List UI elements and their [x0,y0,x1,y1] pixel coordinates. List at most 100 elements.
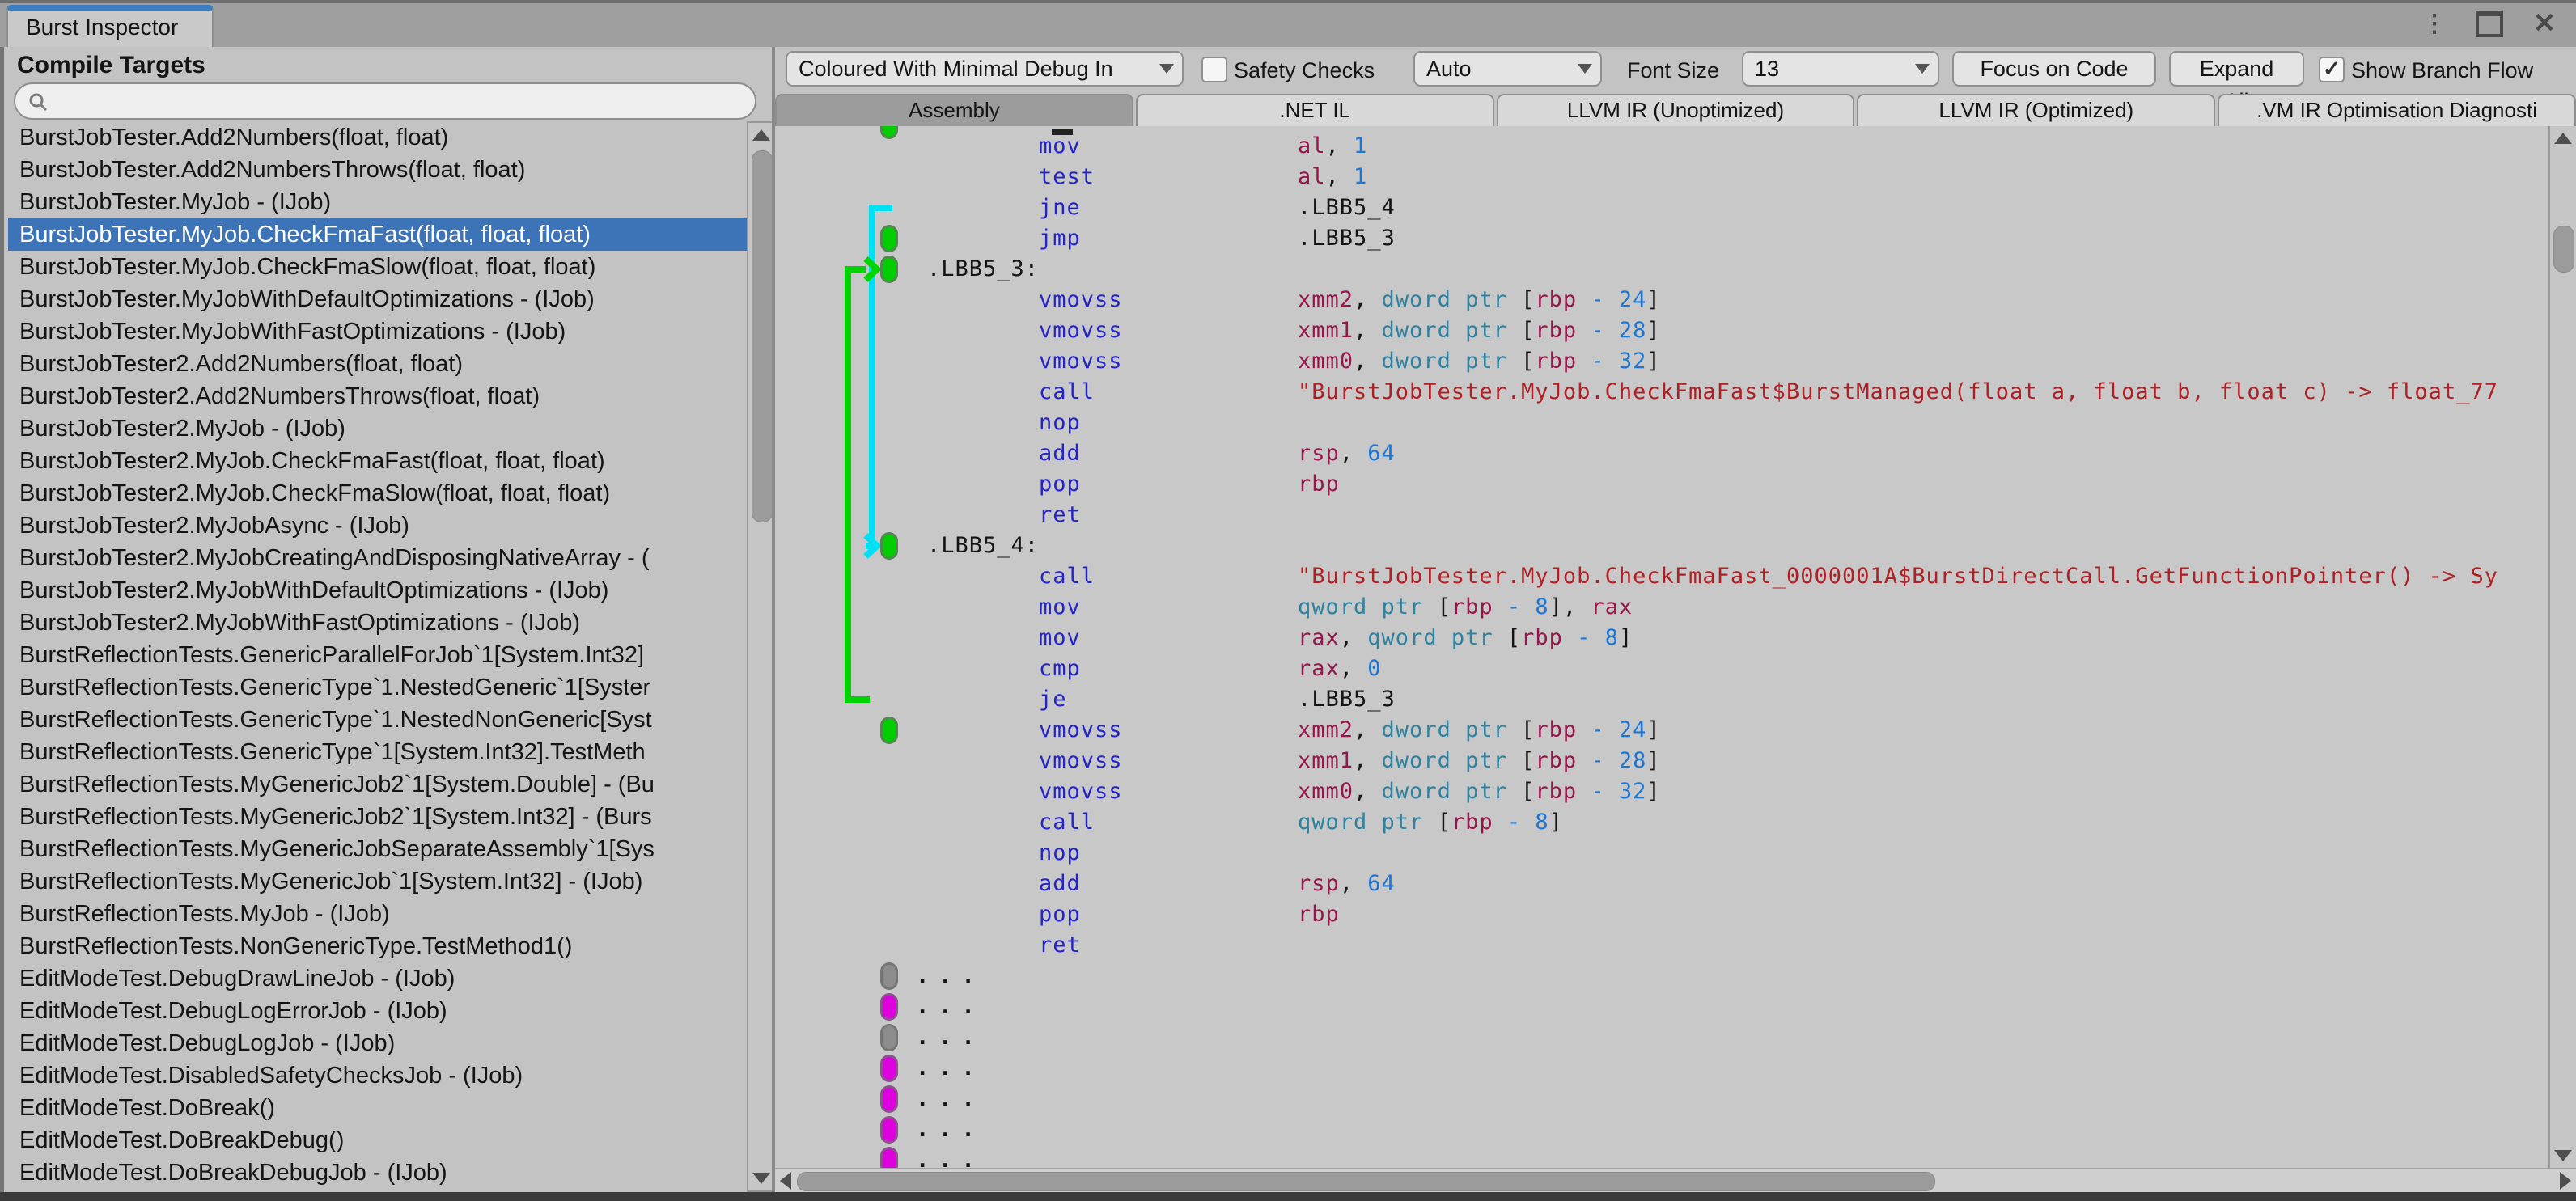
code-line: nop [775,838,2548,869]
window-controls: ⋮ ✕ [2421,8,2558,39]
expand-all-button[interactable]: Expand All [2169,51,2304,113]
compile-target-item[interactable]: BurstJobTester2.MyJob - (IJob) [8,412,747,445]
asm-operands: rbp [1298,902,1340,927]
safety-checks-checkbox[interactable] [1201,57,1227,82]
compile-target-item[interactable]: BurstJobTester.MyJobWithFastOptimization… [8,315,747,348]
compile-target-item[interactable]: BurstReflectionTests.MyGenericJob2`1[Sys… [8,801,747,833]
compile-target-item[interactable]: EditModeTest.DebugDrawLineJob - (IJob) [8,962,747,995]
tab-llvm-ir-unoptimized-[interactable]: LLVM IR (Unoptimized) [1496,94,1855,126]
compile-target-item[interactable]: BurstJobTester2.Add2NumbersThrows(float,… [8,380,747,412]
compile-target-item[interactable]: BurstJobTester2.MyJobWithFastOptimizatio… [8,607,747,639]
code-line: pop rbp [775,899,2548,930]
branch-marker-green [880,532,898,560]
code-line: jne .LBB5_4 [775,192,2548,223]
compile-targets-panel: Compile Targets BurstJobTester.Add2Numbe… [0,47,776,1192]
compile-target-item[interactable]: BurstJobTester.MyJob.CheckFmaFast(float,… [8,218,747,251]
search-input[interactable] [57,87,740,117]
compile-target-item[interactable]: BurstReflectionTests.NonGenericType.Test… [8,930,747,962]
scroll-up-arrow-icon[interactable] [752,129,770,141]
compile-target-item[interactable]: EditModeTest.DebugLogErrorJob - (IJob) [8,995,747,1027]
branch-marker-magenta [880,1147,898,1168]
compile-target-item[interactable]: BurstJobTester2.MyJobAsync - (IJob) [8,510,747,542]
scroll-left-arrow-icon[interactable] [780,1172,791,1190]
code-line: test al, 1 [775,162,2548,192]
show-branch-flow-checkbox[interactable]: ✓ [2319,57,2345,82]
compile-target-item[interactable]: BurstReflectionTests.GenericParallelForJ… [8,639,747,671]
compile-target-item[interactable]: BurstReflectionTests.GenericType`1.Neste… [8,704,747,736]
compile-target-item[interactable]: BurstJobTester.Add2NumbersThrows(float, … [8,154,747,186]
compile-target-item[interactable]: EditModeTest.DebugLogJob - (IJob) [8,1027,747,1059]
compile-target-item[interactable]: BurstJobTester2.MyJobWithDefaultOptimiza… [8,574,747,607]
compile-target-item[interactable]: BurstReflectionTests.GenericType`1[Syste… [8,736,747,768]
code-horizontal-scrollbar[interactable] [775,1168,2576,1192]
branch-marker-green [880,717,898,744]
asm-mnemonic: vmovss [1039,318,1123,343]
safety-checks-mode-value: Auto [1426,57,1472,81]
scroll-up-arrow-icon[interactable] [2554,133,2572,144]
code-line: ret [775,930,2548,961]
code-view-mode-dropdown[interactable]: Coloured With Minimal Debug In [786,51,1184,87]
burst-inspector-window: Burst Inspector ⋮ ✕ Compile Targets Burs… [0,0,2576,1201]
code-vertical-scrollbar[interactable] [2548,126,2576,1168]
close-icon[interactable]: ✕ [2531,8,2558,39]
compile-target-item[interactable]: BurstJobTester2.Add2Numbers(float, float… [8,348,747,380]
code-line: add rsp, 64 [775,869,2548,899]
compile-target-item[interactable]: BurstJobTester.MyJobWithDefaultOptimizat… [8,283,747,315]
collapsed-code-dots[interactable]: ... [916,1145,985,1168]
collapsed-code-dots[interactable]: ... [916,961,985,992]
code-line: pop rbp [775,469,2548,500]
compile-target-item[interactable]: EditModeTest.DoBreakDebugJob - (IJob) [8,1157,747,1189]
code-line: vmovss xmm2, dword ptr [rbp - 24] [775,285,2548,315]
collapsed-code-dots[interactable]: ... [916,1084,985,1114]
code-view-mode-value: Coloured With Minimal Debug In [799,57,1113,81]
safety-checks-mode-dropdown[interactable]: Auto [1413,51,1602,87]
asm-operands: xmm0, dword ptr [rbp - 32] [1298,779,1661,804]
branch-marker-grey [880,1024,898,1051]
compile-target-item[interactable]: EditModeTest.DoBreakDebug() [8,1124,747,1157]
collapsed-code-dots[interactable]: ... [916,1022,985,1053]
collapsed-code-dots[interactable]: ... [916,1114,985,1145]
code-line: vmovss xmm0, dword ptr [rbp - 32] [775,346,2548,377]
tab-llvm-ir-optimized-[interactable]: LLVM IR (Optimized) [1857,94,2216,126]
window-tab-burst-inspector[interactable]: Burst Inspector [6,5,214,47]
targets-scrollbar-thumb[interactable] [752,150,773,522]
collapsed-code-dots[interactable]: ... [916,992,985,1022]
scroll-down-arrow-icon[interactable] [2554,1150,2572,1161]
compile-target-item[interactable]: BurstJobTester.MyJob.CheckFmaSlow(float,… [8,251,747,283]
code-hscrollbar-thumb[interactable] [797,1172,1935,1191]
compile-target-item[interactable]: BurstJobTester.MyJob - (IJob) [8,186,747,218]
code-line: mov al, 1 [775,131,2548,162]
tab-assembly[interactable]: Assembly [775,94,1133,126]
kebab-menu-icon[interactable]: ⋮ [2421,10,2448,37]
tab--net-il[interactable]: .NET IL [1135,94,1494,126]
branch-marker-magenta [880,1116,898,1144]
compile-target-item[interactable]: BurstJobTester2.MyJob.CheckFmaSlow(float… [8,477,747,510]
asm-mnemonic: mov [1039,133,1081,159]
maximize-icon[interactable] [2476,10,2503,37]
asm-mnemonic: add [1039,871,1081,896]
compile-target-item[interactable]: BurstJobTester.Add2Numbers(float, float) [8,121,747,154]
scroll-right-arrow-icon[interactable] [2560,1172,2571,1190]
code-vscrollbar-thumb[interactable] [2553,226,2574,273]
scroll-down-arrow-icon[interactable] [752,1173,770,1184]
asm-mnemonic: nop [1039,410,1081,435]
compile-target-item[interactable]: EditModeTest.DoBreak() [8,1092,747,1124]
focus-on-code-button[interactable]: Focus on Code [1952,51,2156,87]
compile-target-item[interactable]: BurstReflectionTests.MyGenericJob2`1[Sys… [8,768,747,801]
assembly-code-view[interactable]: mov al, 1 test al, 1 jne .LBB5_4 jmp .LBB5_3 .LB… [775,126,2548,1168]
font-size-dropdown[interactable]: 13 [1742,51,1939,87]
tab--vm-ir-optimisation-diagnosti[interactable]: .VM IR Optimisation Diagnosti [2218,94,2576,126]
collapsed-code-dots[interactable]: ... [916,1053,985,1084]
compile-target-item[interactable]: BurstJobTester2.MyJob.CheckFmaFast(float… [8,445,747,477]
compile-target-item[interactable]: BurstJobTester2.MyJobCreatingAndDisposin… [8,542,747,574]
asm-mnemonic: je [1039,687,1067,712]
compile-target-item[interactable]: BurstReflectionTests.MyJob - (IJob) [8,898,747,930]
compile-target-item[interactable]: BurstReflectionTests.GenericType`1.Neste… [8,671,747,704]
compile-target-item[interactable]: EditModeTest.DisabledSafetyChecksJob - (… [8,1059,747,1092]
asm-operands: .LBB5_3 [1298,687,1396,712]
asm-mnemonic: ret [1039,502,1081,527]
asm-operands: xmm0, dword ptr [rbp - 32] [1298,349,1661,374]
search-box[interactable] [14,82,756,120]
compile-target-item[interactable]: BurstReflectionTests.MyGenericJobSeparat… [8,833,747,865]
compile-target-item[interactable]: BurstReflectionTests.MyGenericJob`1[Syst… [8,865,747,898]
